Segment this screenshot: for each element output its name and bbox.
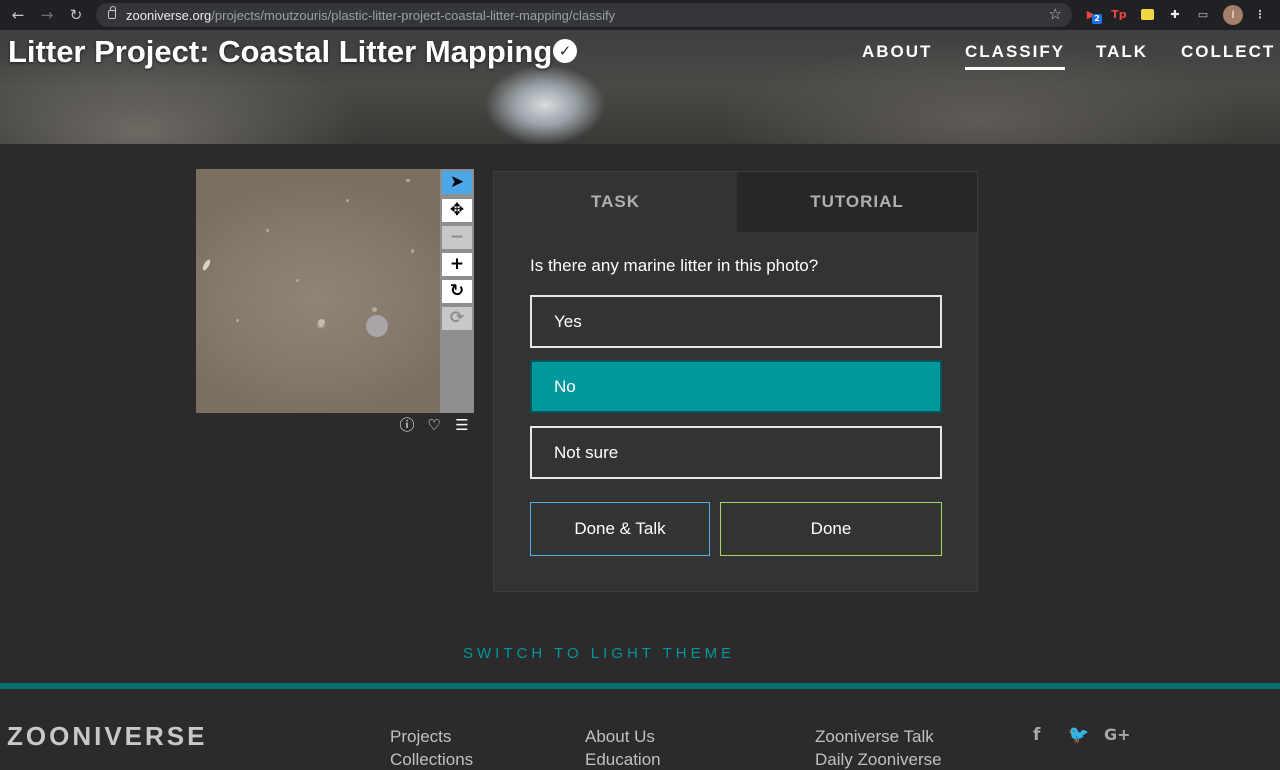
tp-extension-icon[interactable]: Tp (1110, 6, 1128, 24)
cast-icon[interactable]: ▭ (1194, 6, 1212, 24)
video-extension-icon[interactable]: ▶ 2 (1082, 6, 1102, 24)
switch-theme-link[interactable]: SWITCH TO LIGHT THEME (463, 645, 735, 662)
move-icon[interactable]: ✥ (442, 199, 472, 222)
lock-icon (108, 6, 116, 19)
answer-yes[interactable]: Yes (530, 295, 942, 348)
project-header: Litter Project: Coastal Litter Mapping ✓… (0, 30, 1280, 144)
facebook-icon[interactable]: f (1033, 725, 1040, 745)
profile-avatar[interactable]: I (1223, 5, 1243, 25)
tab-tutorial[interactable]: TUTORIAL (737, 172, 977, 232)
google-plus-icon[interactable]: G+ (1104, 725, 1131, 744)
twitter-icon[interactable]: 🐦 (1068, 725, 1089, 745)
project-title[interactable]: Litter Project: Coastal Litter Mapping (8, 34, 552, 70)
task-question: Is there any marine litter in this photo… (530, 256, 819, 275)
zooniverse-logo[interactable]: ZOONIVERSE (7, 721, 207, 752)
answer-no[interactable]: No (530, 360, 942, 413)
viewer-toolbar: ➤ ✥ − + ↻ ⟳ (440, 169, 474, 413)
done-button[interactable]: Done (720, 502, 942, 556)
bookmark-star-icon[interactable]: ☆ (1049, 5, 1062, 23)
reset-icon[interactable]: ⟳ (442, 307, 472, 330)
browser-toolbar: ← → ↻ zooniverse.org/projects/moutzouris… (0, 0, 1280, 30)
arrow-left-icon[interactable]: ← (8, 5, 28, 25)
zoom-out-icon[interactable]: − (442, 226, 472, 249)
footer-link-education[interactable]: Education (585, 750, 661, 770)
pointer-icon[interactable]: ➤ (442, 171, 472, 194)
zoom-in-icon[interactable]: + (442, 253, 472, 276)
rotate-icon[interactable]: ↻ (442, 280, 472, 303)
footer-link-collections[interactable]: Collections (390, 750, 473, 770)
subject-image[interactable] (196, 169, 440, 413)
address-bar[interactable]: zooniverse.org/projects/moutzouris/plast… (96, 3, 1072, 27)
nav-collect[interactable]: COLLECT (1181, 42, 1275, 62)
answer-not-sure[interactable]: Not sure (530, 426, 942, 479)
done-and-talk-button[interactable]: Done & Talk (530, 502, 710, 556)
nav-about[interactable]: ABOUT (862, 42, 932, 62)
site-footer: ZOONIVERSE Projects Collections About Us… (0, 689, 1280, 769)
notes-extension-icon[interactable] (1138, 6, 1156, 24)
task-panel: TASK TUTORIAL Is there any marine litter… (493, 171, 978, 592)
reload-icon[interactable]: ↻ (66, 5, 86, 25)
heart-icon[interactable]: ♡ (425, 416, 443, 434)
footer-link-about[interactable]: About Us (585, 727, 655, 747)
footer-link-daily[interactable]: Daily Zooniverse (815, 750, 942, 770)
nav-classify[interactable]: CLASSIFY (965, 42, 1066, 70)
url-text: zooniverse.org/projects/moutzouris/plast… (126, 8, 616, 23)
puzzle-icon[interactable]: ✚ (1166, 6, 1184, 24)
arrow-right-icon[interactable]: → (37, 5, 57, 25)
verified-check-icon: ✓ (553, 39, 577, 63)
tab-task[interactable]: TASK (494, 172, 737, 232)
footer-link-talk[interactable]: Zooniverse Talk (815, 727, 934, 747)
info-icon[interactable]: ⓘ (398, 416, 416, 434)
nav-talk[interactable]: TALK (1096, 42, 1148, 62)
footer-link-projects[interactable]: Projects (390, 727, 451, 747)
list-icon[interactable]: ☰ (453, 416, 471, 434)
kebab-menu-icon[interactable]: ⋮ (1251, 6, 1269, 24)
